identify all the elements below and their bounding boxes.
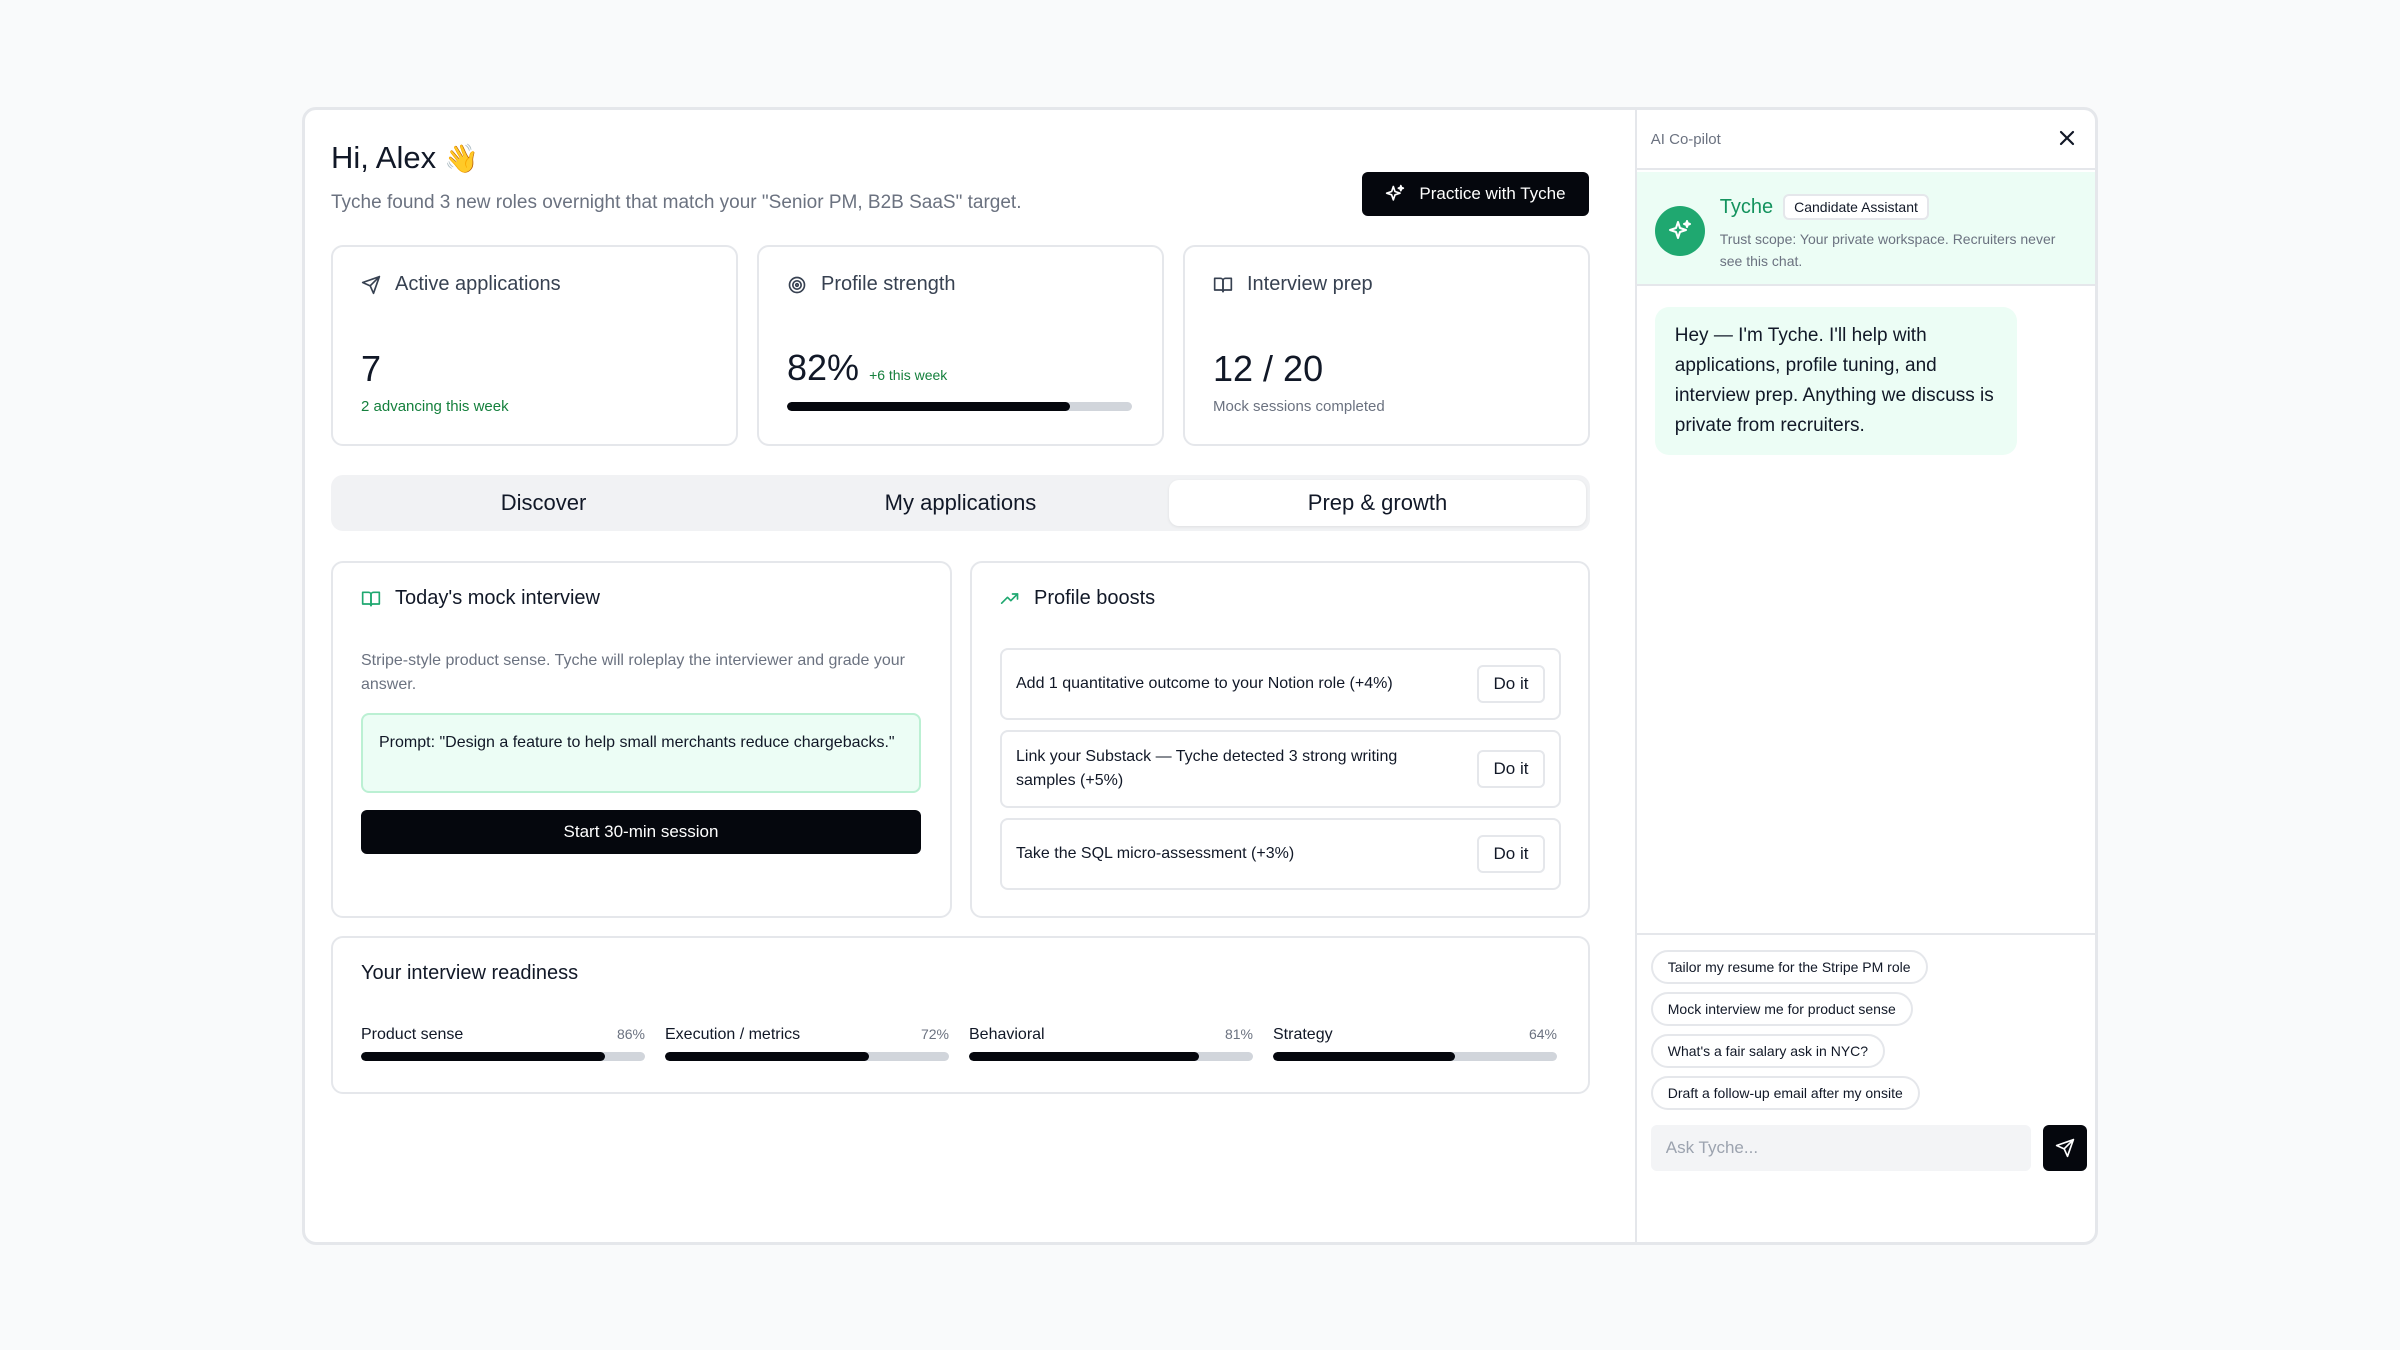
copilot-panel: AI Co-pilot Tyche Candidate Assistant Tr… xyxy=(1634,110,2095,1242)
metric-bar xyxy=(1273,1052,1557,1061)
send-icon xyxy=(361,275,381,294)
metric-fill xyxy=(1273,1052,1455,1061)
interview-readiness-card: Your interview readiness Product sense 8… xyxy=(331,936,1590,1094)
mock-description: Stripe-style product sense. Tyche will r… xyxy=(361,652,905,693)
copilot-title: AI Co-pilot xyxy=(1650,131,1721,148)
metric-name: Behavioral xyxy=(969,1026,1045,1043)
stat-note: 2 advancing this week xyxy=(361,398,509,415)
readiness-metric: Product sense 86% xyxy=(361,1026,645,1061)
metric-bar xyxy=(969,1052,1253,1061)
practice-label: Practice with Tyche xyxy=(1419,184,1566,203)
boost-text: Add 1 quantitative outcome to your Notio… xyxy=(1016,675,1393,692)
profile-strength-progress-bar xyxy=(787,402,1132,411)
assistant-avatar xyxy=(1654,206,1705,256)
close-icon[interactable] xyxy=(2055,126,2079,150)
trending-up-icon xyxy=(1000,592,1019,604)
boost-item: Take the SQL micro-assessment (+3%) Do i… xyxy=(1000,818,1561,890)
stat-delta: +6 this week xyxy=(869,367,948,383)
sparkle-icon xyxy=(1668,220,1691,239)
app-window: Hi, Alex 👋 Tyche found 3 new roles overn… xyxy=(302,107,2098,1245)
stat-card-profile-strength: Profile strength 82% +6 this week xyxy=(757,245,1164,446)
stat-label: Active applications xyxy=(395,273,561,295)
mock-prompt: Prompt: "Design a feature to help small … xyxy=(361,713,921,793)
stat-label: Profile strength xyxy=(821,273,956,295)
metric-percent: 72% xyxy=(920,1026,949,1042)
page-title: Hi, Alex 👋 xyxy=(331,140,479,176)
page-subtitle: Tyche found 3 new roles overnight that m… xyxy=(331,192,1022,213)
stat-value: 12 / 20 xyxy=(1213,348,1324,389)
greeting-text: Hi, Alex xyxy=(331,140,437,175)
profile-boosts-card: Profile boosts Add 1 quantitative outcom… xyxy=(970,561,1590,918)
stat-value: 7 xyxy=(361,348,382,389)
boost-text: Link your Substack — Tyche detected 3 st… xyxy=(1016,748,1398,789)
book-open-icon xyxy=(1213,277,1233,292)
metric-percent: 86% xyxy=(616,1026,645,1042)
metric-fill xyxy=(665,1052,870,1061)
card-title: Profile boosts xyxy=(1034,587,1156,609)
mock-interview-card: Today's mock interview Stripe-style prod… xyxy=(331,561,952,918)
boost-text: Take the SQL micro-assessment (+3%) xyxy=(1016,845,1295,862)
metric-name: Execution / metrics xyxy=(665,1026,801,1043)
metric-percent: 64% xyxy=(1528,1026,1557,1042)
tab-prep-growth[interactable]: Prep & growth xyxy=(1169,480,1586,526)
suggestions-area: Tailor my resume for the Stripe PM role … xyxy=(1636,933,2095,1242)
assistant-badge: Candidate Assistant xyxy=(1783,194,1929,220)
metric-fill xyxy=(969,1052,1200,1061)
send-button[interactable] xyxy=(2042,1125,2087,1171)
boost-item: Add 1 quantitative outcome to your Notio… xyxy=(1000,648,1561,720)
readiness-metric: Behavioral 81% xyxy=(969,1026,1253,1061)
metric-bar xyxy=(361,1052,645,1061)
progress-fill xyxy=(787,402,1070,411)
metric-name: Product sense xyxy=(361,1026,464,1043)
boost-item: Link your Substack — Tyche detected 3 st… xyxy=(1000,730,1561,808)
send-icon xyxy=(2055,1138,2074,1158)
assistant-message: Hey — I'm Tyche. I'll help with applicat… xyxy=(1654,307,2017,455)
start-session-button[interactable]: Start 30-min session xyxy=(361,810,921,854)
stat-note: Mock sessions completed xyxy=(1213,398,1385,415)
practice-with-tyche-button[interactable]: Practice with Tyche xyxy=(1362,172,1589,216)
card-title: Your interview readiness xyxy=(361,962,579,984)
stat-card-interview-prep: Interview prep 12 / 20 Mock sessions com… xyxy=(1183,245,1590,446)
book-open-icon xyxy=(361,591,381,606)
tab-discover[interactable]: Discover xyxy=(335,480,752,526)
tab-my-applications[interactable]: My applications xyxy=(752,480,1169,526)
suggestion-chip[interactable]: Draft a follow-up email after my onsite xyxy=(1650,1076,1920,1110)
suggestion-chip[interactable]: Mock interview me for product sense xyxy=(1650,992,1913,1026)
stat-value: 82% xyxy=(787,347,860,388)
suggestion-chip[interactable]: Tailor my resume for the Stripe PM role xyxy=(1650,950,1928,984)
suggestion-chip[interactable]: What's a fair salary ask in NYC? xyxy=(1650,1034,1886,1068)
metric-bar xyxy=(665,1052,949,1061)
card-title: Today's mock interview xyxy=(395,587,600,609)
metric-name: Strategy xyxy=(1273,1026,1333,1043)
assistant-name: Tyche xyxy=(1719,195,1774,218)
wave-emoji-icon: 👋 xyxy=(444,142,479,174)
assistant-info: Tyche Candidate Assistant Trust scope: Y… xyxy=(1636,172,2095,286)
copilot-header: AI Co-pilot xyxy=(1636,110,2095,170)
readiness-metric: Strategy 64% xyxy=(1273,1026,1557,1061)
target-icon xyxy=(788,276,806,293)
metric-fill xyxy=(361,1052,606,1061)
do-it-button[interactable]: Do it xyxy=(1477,665,1545,703)
sparkle-icon xyxy=(1386,184,1405,201)
readiness-metric: Execution / metrics 72% xyxy=(665,1026,949,1061)
stat-card-active-applications: Active applications 7 2 advancing this w… xyxy=(331,245,738,446)
do-it-button[interactable]: Do it xyxy=(1477,835,1545,873)
metric-percent: 81% xyxy=(1224,1026,1253,1042)
ask-input[interactable] xyxy=(1650,1125,2031,1171)
main-panel: Hi, Alex 👋 Tyche found 3 new roles overn… xyxy=(305,110,1635,1242)
trust-scope-text: Trust scope: Your private workspace. Rec… xyxy=(1719,231,2056,269)
tab-bar: Discover My applications Prep & growth xyxy=(331,475,1590,531)
do-it-button[interactable]: Do it xyxy=(1477,750,1545,788)
stat-label: Interview prep xyxy=(1247,273,1373,295)
